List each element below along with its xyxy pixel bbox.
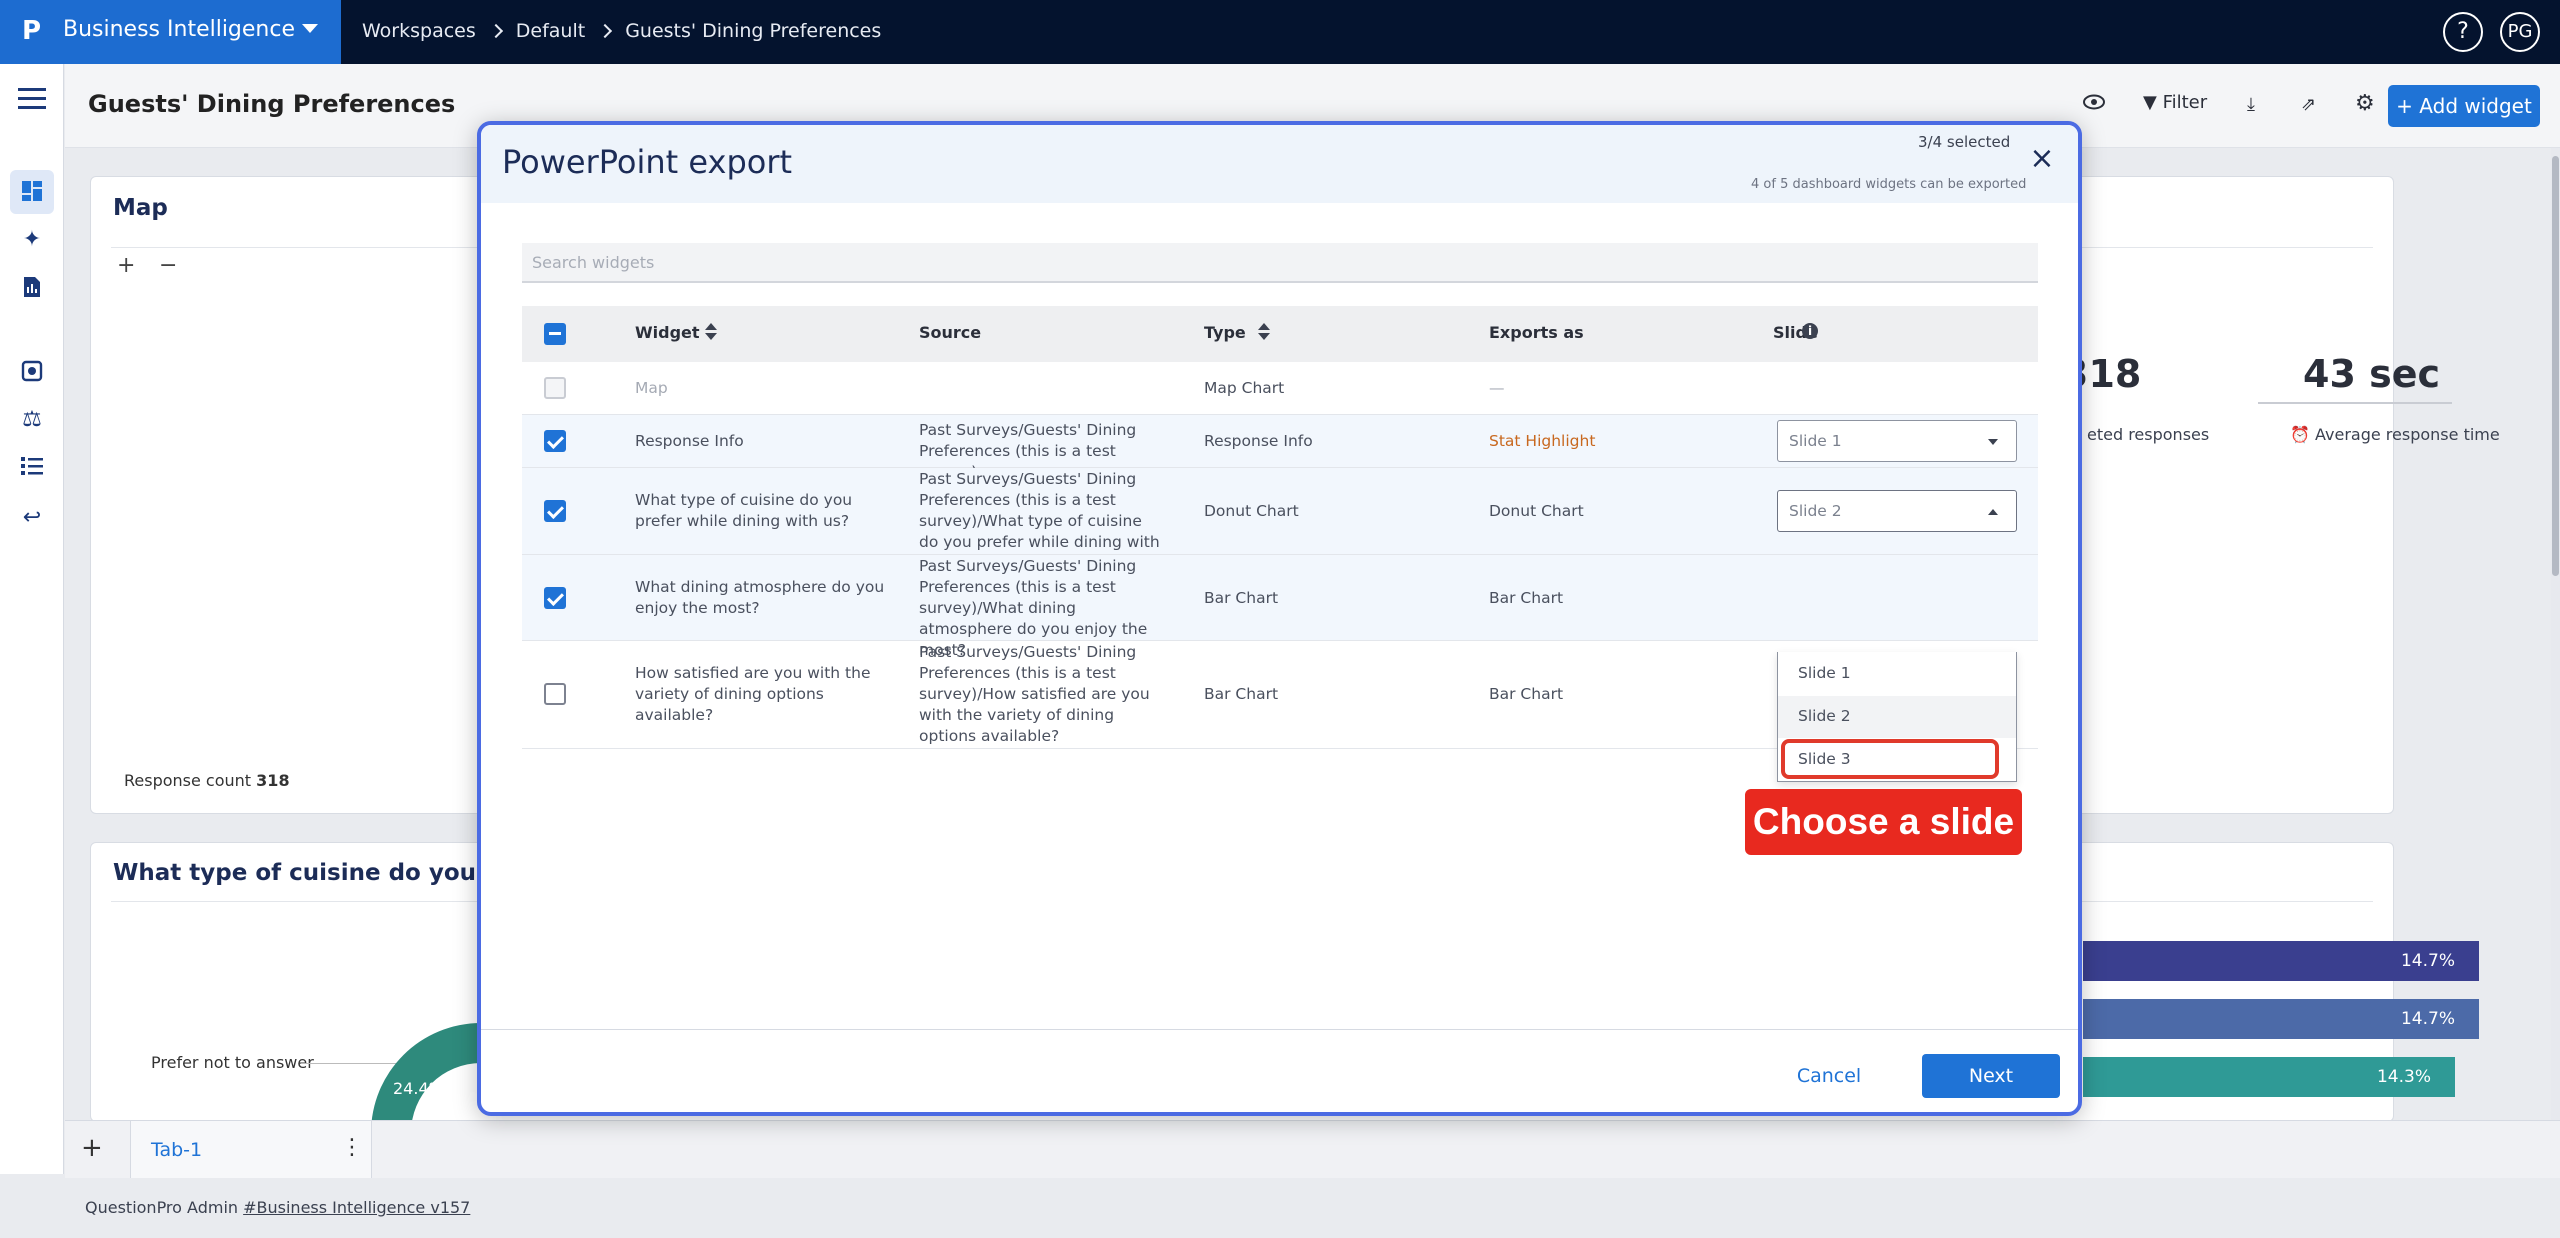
sort-icon[interactable] [704,321,717,343]
selected-count: 3/4 selected [1918,133,2011,151]
app-switcher[interactable]: P Business Intelligence [0,0,341,64]
dropdown-option-slide-2[interactable]: Slide 2 [1778,696,2016,738]
breadcrumb: Workspaces Default Guests' Dining Prefer… [362,20,881,42]
dialog-title: PowerPoint export [502,143,793,181]
top-bar: P Business Intelligence Workspaces Defau… [0,0,2560,64]
widget-type: Bar Chart [1204,589,1279,607]
widget-name: Map [635,379,668,397]
highlight-ring [1781,739,1999,779]
widget-type: Response Info [1204,432,1313,450]
widget-name: Response Info [635,432,744,450]
export-note: 4 of 5 dashboard widgets can be exported [1751,177,2027,192]
breadcrumb-workspaces[interactable]: Workspaces [362,20,476,42]
chevron-right-icon [598,23,613,39]
table-header: Widget Source Type Exports as Slide i [522,306,2038,362]
chevron-up-icon [1988,509,1998,515]
widget-type: Map Chart [1204,379,1285,397]
cancel-button[interactable]: Cancel [1789,1054,1869,1098]
row-checkbox[interactable] [544,500,566,522]
app-name: Business Intelligence [63,17,296,42]
slide-select-value: Slide 2 [1789,502,1842,520]
breadcrumb-default[interactable]: Default [516,20,585,42]
avatar[interactable]: PG [2500,12,2540,52]
widget-type: Donut Chart [1204,502,1299,520]
row-checkbox[interactable] [544,430,566,452]
row-checkbox [544,377,566,399]
row-checkbox[interactable] [544,587,566,609]
exports-as: Donut Chart [1489,502,1584,520]
column-source: Source [919,323,982,342]
annotation-callout: Choose a slide [1745,789,2022,855]
info-icon[interactable]: i [1802,323,1818,339]
table-row: Response Info Past Surveys/Guests' Dinin… [522,415,2038,481]
widget-type: Bar Chart [1204,685,1279,703]
sort-icon[interactable] [1257,321,1270,343]
exports-as: — [1489,379,1505,397]
breadcrumb-current: Guests' Dining Preferences [625,20,882,42]
widget-source: Past Surveys/Guests' Dining Preferences … [919,643,1150,745]
table-row: What dining atmosphere do you enjoy the … [522,555,2038,659]
table-row: Map Map Chart — [522,362,2038,415]
dropdown-option-slide-1[interactable]: Slide 1 [1778,653,2016,695]
table-row: What type of cuisine do you prefer while… [522,468,2038,572]
slide-select[interactable]: Slide 1 [1777,420,2017,462]
widget-name: How satisfied are you with the variety o… [635,664,871,724]
help-icon[interactable]: ? [2443,12,2483,52]
chevron-down-icon [302,24,318,33]
column-widget[interactable]: Widget [635,323,700,342]
search-widgets [522,243,2038,283]
exports-as: Bar Chart [1489,589,1564,607]
slide-select[interactable]: Slide 2 [1777,490,2017,532]
search-input[interactable] [522,243,2038,281]
app-logo-icon: P [22,16,42,46]
column-type[interactable]: Type [1204,323,1246,342]
close-icon[interactable]: × [2028,144,2056,174]
row-checkbox[interactable] [544,683,566,705]
chevron-right-icon [488,23,503,39]
next-button[interactable]: Next [1922,1054,2060,1098]
chevron-down-icon [1988,439,1998,445]
column-exports-as: Exports as [1489,323,1584,342]
select-all-checkbox[interactable] [544,323,566,345]
dialog-header: PowerPoint export 3/4 selected 4 of 5 da… [481,125,2078,203]
dialog-footer-divider [481,1029,2078,1030]
widget-name: What type of cuisine do you prefer while… [635,491,853,530]
widget-name: What dining atmosphere do you enjoy the … [635,578,885,617]
slide-select-value: Slide 1 [1789,432,1842,450]
exports-as: Bar Chart [1489,685,1564,703]
powerpoint-export-dialog: PowerPoint export 3/4 selected 4 of 5 da… [477,121,2082,1116]
exports-as: Stat Highlight [1489,432,1596,450]
